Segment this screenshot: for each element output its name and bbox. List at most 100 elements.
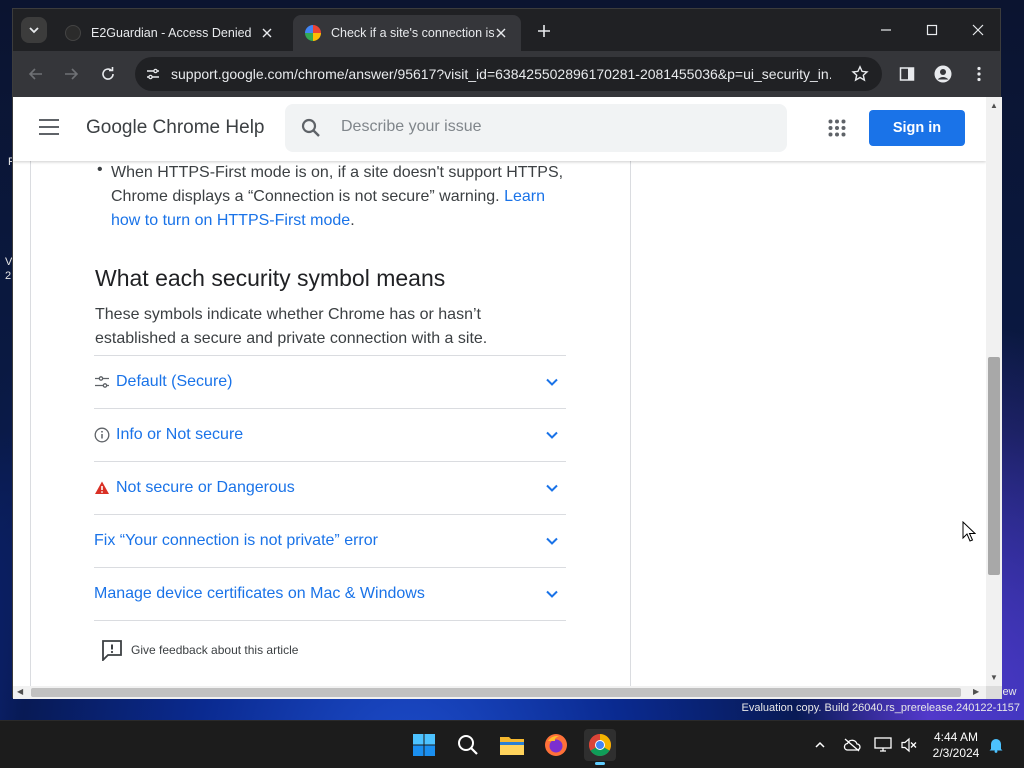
folder-icon (500, 737, 524, 755)
scroll-right-icon[interactable]: ▶ (973, 687, 979, 696)
help-search-box[interactable]: Describe your issue (285, 104, 787, 152)
network-tray-button[interactable] (873, 735, 893, 755)
info-icon (94, 427, 110, 443)
scroll-up-icon[interactable]: ▲ (990, 101, 998, 110)
scrollbar-thumb[interactable] (988, 357, 1000, 575)
onedrive-tray-button[interactable] (842, 735, 862, 755)
address-bar[interactable]: support.google.com/chrome/answer/95617?v… (135, 57, 882, 91)
chevron-down-icon (546, 590, 558, 598)
side-panel-icon (899, 67, 915, 81)
volume-mute-icon (901, 737, 917, 753)
accordion-label: Default (Secure) (116, 373, 233, 390)
tab-chrome-help[interactable]: Check if a site's connection is se (293, 15, 521, 51)
chevron-up-icon (815, 741, 825, 748)
site-info-icon[interactable] (143, 64, 163, 84)
minimize-button[interactable] (863, 17, 909, 43)
bullet-dot: • (97, 161, 103, 178)
tab-search-button[interactable] (21, 17, 47, 43)
show-hidden-icons-button[interactable] (810, 735, 830, 755)
help-center-title[interactable]: Google Chrome Help (86, 117, 264, 139)
side-panel-button[interactable] (896, 63, 918, 85)
network-icon (874, 737, 892, 752)
search-icon (458, 735, 478, 755)
horizontal-scrollbar[interactable]: ◀ ▶ (13, 686, 986, 699)
close-icon[interactable] (494, 25, 509, 41)
accordion-item-default-secure[interactable]: Default (Secure) (94, 356, 566, 409)
feedback-label: Give feedback about this article (131, 643, 299, 657)
sign-in-button[interactable]: Sign in (869, 110, 965, 146)
reload-icon (102, 67, 114, 80)
close-icon[interactable] (259, 25, 275, 41)
accordion-label: Fix “Your connection is not private” err… (94, 532, 378, 549)
arrow-left-icon (28, 68, 42, 80)
taskbar: 4:44 AM 2/3/2024 (0, 720, 1024, 768)
bell-icon (989, 739, 1003, 753)
help-header: Google Chrome Help Describe your issue S… (13, 97, 986, 161)
volume-tray-button[interactable] (899, 735, 919, 755)
tab-title: E2Guardian - Access Denied (91, 26, 252, 40)
accordion-item-manage-certificates[interactable]: Manage device certificates on Mac & Wind… (94, 568, 566, 621)
firefox-icon (545, 734, 567, 756)
close-window-button[interactable] (955, 17, 1001, 43)
browser-window: E2Guardian - Access Denied Check if a si… (12, 8, 1002, 699)
search-button[interactable] (452, 729, 484, 761)
accordion-item-info-not-secure[interactable]: Info or Not secure (94, 409, 566, 462)
google-icon (305, 25, 321, 41)
url-text: support.google.com/chrome/answer/95617?v… (171, 66, 831, 82)
firefox-button[interactable] (540, 729, 572, 761)
chevron-down-icon (546, 537, 558, 545)
globe-icon (65, 25, 81, 41)
feedback-icon (102, 640, 122, 661)
tab-strip: E2Guardian - Access Denied Check if a si… (13, 9, 1000, 51)
tab-e2guardian[interactable]: E2Guardian - Access Denied (53, 15, 287, 51)
forward-button[interactable] (60, 63, 82, 85)
minimize-icon (881, 29, 891, 31)
browser-toolbar: support.google.com/chrome/answer/95617?v… (13, 51, 1000, 97)
chrome-menu-button[interactable] (968, 63, 990, 85)
clock-time: 4:44 AM (933, 730, 979, 744)
chevron-down-icon (546, 378, 558, 386)
mouse-cursor-icon (962, 521, 976, 542)
section-heading: What each security symbol means (95, 265, 446, 291)
profile-button[interactable] (932, 63, 954, 85)
section-description: These symbols indicate whether Chrome ha… (95, 306, 488, 347)
accordion-item-not-secure-dangerous[interactable]: Not secure or Dangerous (94, 462, 566, 515)
menu-icon[interactable] (39, 119, 59, 135)
clock[interactable]: 4:44 AM 2/3/2024 (926, 729, 986, 761)
chrome-button[interactable] (584, 729, 616, 765)
vertical-scrollbar[interactable]: ▲ ▼ (986, 97, 1002, 686)
apps-grid-icon[interactable] (828, 119, 846, 137)
desktop-fragment: 2 (5, 270, 12, 282)
back-button[interactable] (25, 63, 47, 85)
chevron-down-icon (546, 431, 558, 439)
notification-button[interactable] (986, 735, 1006, 755)
search-placeholder: Describe your issue (341, 118, 482, 135)
start-button[interactable] (408, 729, 440, 761)
https-first-bullet: When HTTPS-First mode is on, if a site d… (111, 161, 571, 233)
arrow-right-icon (65, 68, 79, 80)
scroll-left-icon[interactable]: ◀ (17, 687, 23, 696)
desktop-watermark-fragment: iew (1000, 686, 1017, 698)
maximize-icon (926, 24, 938, 36)
maximize-button[interactable] (909, 17, 955, 43)
cloud-off-icon (843, 738, 861, 752)
accordion-label: Manage device certificates on Mac & Wind… (94, 585, 425, 602)
search-icon (301, 118, 320, 137)
clock-date: 2/3/2024 (932, 746, 980, 760)
feedback-link[interactable]: Give feedback about this article (101, 639, 298, 661)
reload-button[interactable] (97, 63, 119, 85)
accordion-label: Info or Not secure (116, 426, 244, 443)
bookmark-star-icon[interactable] (850, 64, 870, 84)
scrollbar-thumb[interactable] (31, 688, 961, 697)
scroll-down-icon[interactable]: ▼ (990, 673, 998, 682)
bullet-period: . (350, 212, 355, 229)
page-viewport: Google Chrome Help Describe your issue S… (13, 97, 986, 686)
accordion-item-fix-connection-error[interactable]: Fix “Your connection is not private” err… (94, 515, 566, 568)
chrome-icon (589, 734, 611, 756)
chevron-down-icon (546, 484, 558, 492)
profile-icon (934, 65, 952, 83)
file-explorer-button[interactable] (496, 729, 528, 761)
new-tab-button[interactable] (533, 20, 555, 42)
bullet-text: When HTTPS-First mode is on, if a site d… (111, 164, 564, 205)
warning-icon (94, 480, 110, 496)
